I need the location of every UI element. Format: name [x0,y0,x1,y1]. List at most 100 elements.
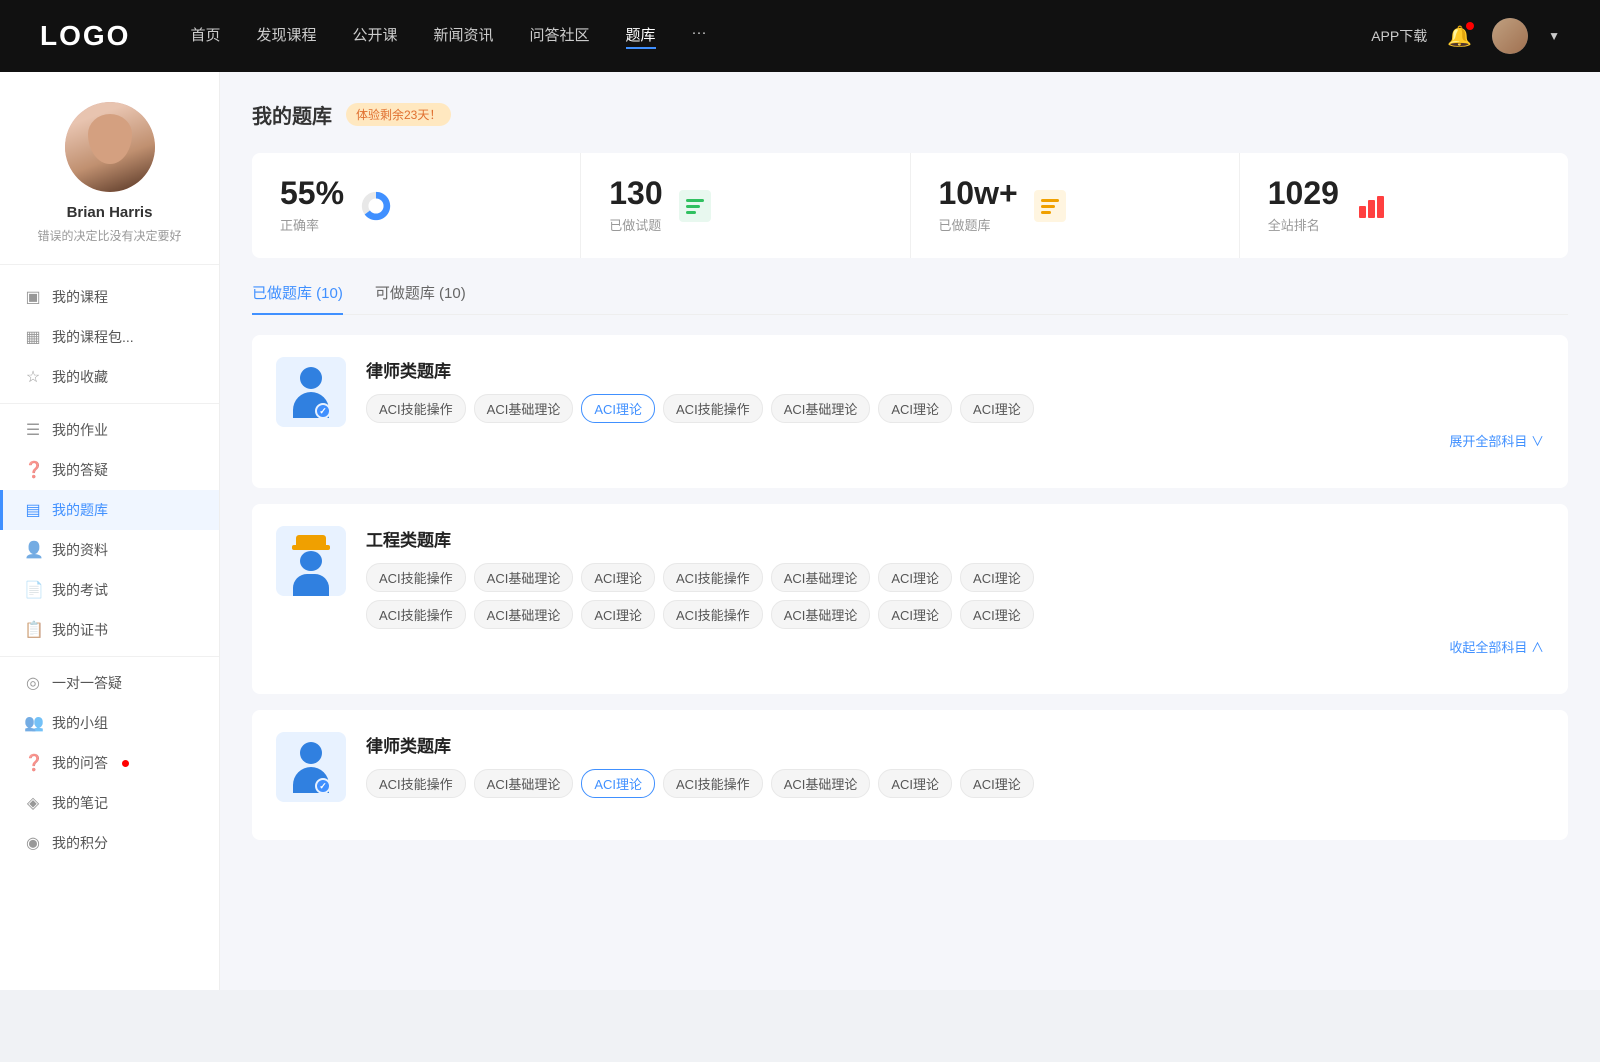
sidebar-item-questions[interactable]: ❓ 我的答疑 [0,450,219,490]
profile-name: Brian Harris [20,204,199,221]
qbank-icon-lawyer2: ✓ [276,732,346,802]
sidebar-item-cert[interactable]: 📋 我的证书 [0,610,219,650]
tag-active[interactable]: ACI理论 [581,394,655,423]
sidebar-item-one-on-one[interactable]: ◎ 一对一答疑 [0,663,219,703]
sidebar-item-group[interactable]: 👥 我的小组 [0,703,219,743]
tag[interactable]: ACI技能操作 [366,769,466,798]
tag[interactable]: ACI理论 [960,563,1034,592]
stat-accuracy-icon [358,188,394,224]
one-on-one-icon: ◎ [24,673,42,693]
tab-available-banks[interactable]: 可做题库 (10) [375,282,466,315]
stat-done-banks-texts: 10w+ 已做题库 [939,177,1018,234]
app-download-button[interactable]: APP下载 [1371,26,1427,46]
sidebar-divider-2 [0,656,219,657]
tag[interactable]: ACI基础理论 [474,394,574,423]
qbank-tags: ACI技能操作 ACI基础理论 ACI理论 ACI技能操作 ACI基础理论 AC… [366,394,1544,423]
tag[interactable]: ACI理论 [878,600,952,629]
tag[interactable]: ACI基础理论 [771,394,871,423]
tab-done-banks[interactable]: 已做题库 (10) [252,282,343,315]
person-head [300,367,322,389]
tag[interactable]: ACI理论 [581,600,655,629]
nav-item-news[interactable]: 新闻资讯 [434,24,494,49]
expand-button[interactable]: 展开全部科目 ∨ [366,431,1544,450]
sidebar-item-label: 我的题库 [52,500,108,520]
tag[interactable]: ACI理论 [960,600,1034,629]
sidebar-item-label: 我的答疑 [52,460,108,480]
sidebar-item-label: 我的笔记 [52,793,108,813]
person-head [300,742,322,764]
user-avatar[interactable] [1492,18,1528,54]
tag[interactable]: ACI技能操作 [366,600,466,629]
logo[interactable]: LOGO [40,20,130,52]
stat-ranking-texts: 1029 全站排名 [1268,177,1339,234]
sidebar-item-qbank[interactable]: ▤ 我的题库 [0,490,219,530]
tag[interactable]: ACI理论 [960,394,1034,423]
stat-done-banks-value: 10w+ [939,177,1018,209]
tag[interactable]: ACI技能操作 [366,394,466,423]
sidebar-item-favorites[interactable]: ☆ 我的收藏 [0,357,219,397]
sidebar: Brian Harris 错误的决定比没有决定要好 ▣ 我的课程 ▦ 我的课程包… [0,72,220,990]
stats-row: 55% 正确率 130 已做试题 [252,153,1568,258]
sidebar-item-label: 我的课程包... [52,327,134,347]
tag-active[interactable]: ACI理论 [581,769,655,798]
tag[interactable]: ACI基础理论 [771,563,871,592]
tag[interactable]: ACI理论 [960,769,1034,798]
collapse-button[interactable]: 收起全部科目 ∧ [366,637,1544,656]
tag[interactable]: ACI理论 [878,769,952,798]
nav-menu: 首页 发现课程 公开课 新闻资讯 问答社区 题库 ··· [190,24,1371,49]
sidebar-item-homework[interactable]: ☰ 我的作业 [0,410,219,450]
nav-item-more[interactable]: ··· [692,24,707,49]
sidebar-item-my-course[interactable]: ▣ 我的课程 [0,277,219,317]
sidebar-item-label: 我的积分 [52,833,108,853]
stat-ranking: 1029 全站排名 [1240,153,1568,258]
stat-accuracy-texts: 55% 正确率 [280,177,344,234]
question-icon: ❓ [24,460,42,480]
sidebar-menu: ▣ 我的课程 ▦ 我的课程包... ☆ 我的收藏 ☰ 我的作业 ❓ 我的答疑 ▤ [0,277,219,863]
qbank-icon: ▤ [24,500,42,520]
stat-accuracy-value: 55% [280,177,344,209]
course-pkg-icon: ▦ [24,327,42,347]
stat-done-questions-texts: 130 已做试题 [609,177,662,234]
sidebar-item-notes[interactable]: ◈ 我的笔记 [0,783,219,823]
qbank-tags-row1: ACI技能操作 ACI基础理论 ACI理论 ACI技能操作 ACI基础理论 AC… [366,563,1544,592]
lawyer-person-icon-2: ✓ [289,742,333,792]
tag[interactable]: ACI理论 [581,563,655,592]
tag[interactable]: ACI技能操作 [663,394,763,423]
exam-icon: 📄 [24,580,42,600]
tag[interactable]: ACI基础理论 [474,769,574,798]
tag[interactable]: ACI技能操作 [663,563,763,592]
nav-item-open-course[interactable]: 公开课 [352,24,397,49]
homework-icon: ☰ [24,420,42,440]
nav-item-discover[interactable]: 发现课程 [256,24,316,49]
sidebar-item-my-answers[interactable]: ❓ 我的问答 [0,743,219,783]
person-badge: ✓ [315,403,331,419]
sidebar-item-course-pkg[interactable]: ▦ 我的课程包... [0,317,219,357]
sidebar-item-points[interactable]: ◉ 我的积分 [0,823,219,863]
sidebar-item-label: 我的作业 [52,420,108,440]
tag[interactable]: ACI理论 [878,563,952,592]
qbank-icon-engineer [276,526,346,596]
tag[interactable]: ACI技能操作 [366,563,466,592]
sidebar-item-profile[interactable]: 👤 我的资料 [0,530,219,570]
tag[interactable]: ACI技能操作 [663,600,763,629]
nav-item-home[interactable]: 首页 [190,24,220,49]
notification-bell[interactable]: 🔔 [1447,24,1472,49]
qbank-card-lawyer1: ✓ 律师类题库 ACI技能操作 ACI基础理论 ACI理论 ACI技能操作 AC… [252,335,1568,488]
tag[interactable]: ACI基础理论 [771,600,871,629]
tag[interactable]: ACI基础理论 [474,563,574,592]
points-icon: ◉ [24,833,42,853]
nav-item-qbank[interactable]: 题库 [626,24,656,49]
tag[interactable]: ACI理论 [878,394,952,423]
avatar-image [1492,18,1528,54]
group-icon: 👥 [24,713,42,733]
tag[interactable]: ACI技能操作 [663,769,763,798]
user-dropdown-arrow[interactable]: ▼ [1548,29,1560,43]
tag[interactable]: ACI基础理论 [771,769,871,798]
check-icon: ✓ [319,781,327,792]
tag[interactable]: ACI基础理论 [474,600,574,629]
page-title: 我的题库 [252,100,332,129]
sidebar-item-exam[interactable]: 📄 我的考试 [0,570,219,610]
answers-icon: ❓ [24,753,42,773]
eng-body [293,574,329,596]
nav-item-qa[interactable]: 问答社区 [530,24,590,49]
